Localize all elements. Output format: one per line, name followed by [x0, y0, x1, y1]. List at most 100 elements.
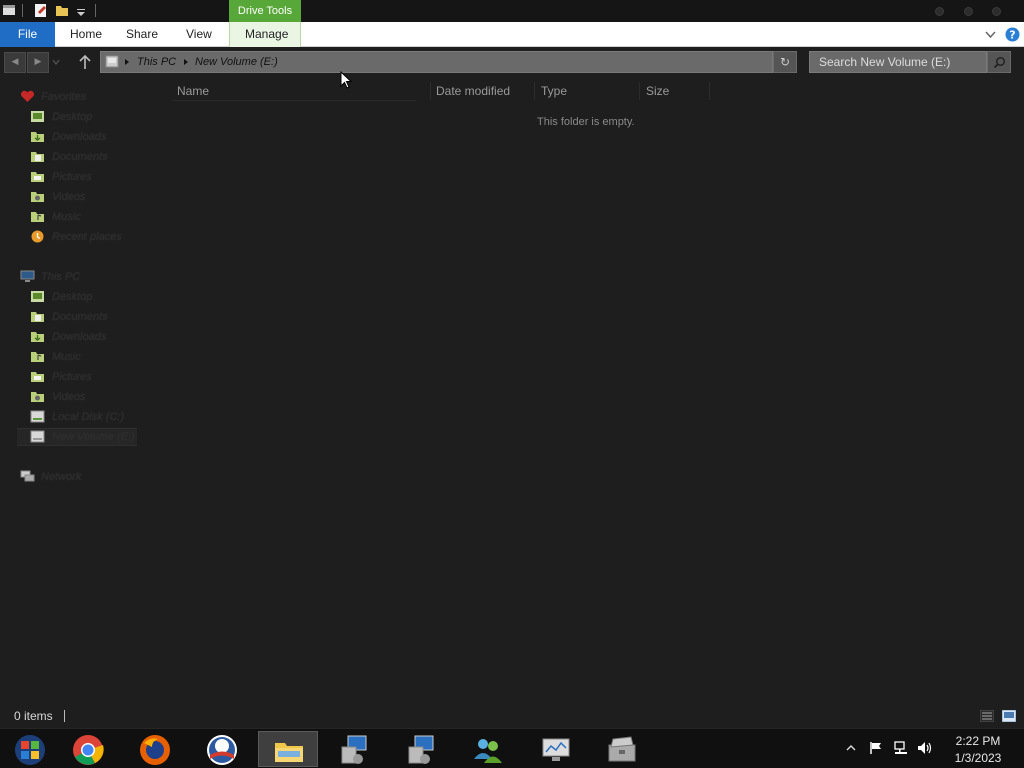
- start-button[interactable]: [0, 731, 60, 767]
- column-header-type[interactable]: Type: [541, 82, 567, 100]
- navigation-pane: Favorites Desktop Downloads Documents Pi…: [0, 80, 160, 700]
- close-button[interactable]: [992, 7, 1001, 16]
- computer-icon: [20, 270, 35, 282]
- obama-logo-icon: [207, 735, 237, 765]
- taskbar-network-setup[interactable]: [325, 731, 385, 767]
- maximize-button[interactable]: [964, 7, 973, 16]
- nav-label: Videos: [52, 191, 86, 203]
- properties-icon[interactable]: [34, 3, 48, 18]
- users-icon: [474, 739, 502, 763]
- tab-share[interactable]: Share: [126, 22, 158, 47]
- status-separator: [64, 710, 65, 722]
- downloads-folder-icon: [31, 132, 44, 142]
- pictures-folder-icon: [31, 172, 44, 182]
- file-explorer-icon: [275, 743, 303, 762]
- nav-pc-new-volume-e[interactable]: New Volume (E:): [0, 428, 160, 446]
- windows-start-icon: [15, 735, 45, 765]
- breadcrumb-arrow-icon[interactable]: [125, 59, 129, 65]
- nav-pc-music[interactable]: Music: [0, 348, 160, 366]
- taskbar: 2:22 PM 1/3/2023: [0, 728, 1024, 768]
- pictures-folder-icon: [31, 372, 44, 382]
- nav-this-pc[interactable]: This PC: [0, 268, 160, 286]
- tab-file[interactable]: File: [0, 22, 55, 47]
- taskbar-monitor[interactable]: [526, 731, 586, 767]
- address-bar[interactable]: This PC New Volume (E:): [100, 51, 773, 73]
- taskbar-toolbox[interactable]: [592, 731, 652, 767]
- tab-manage[interactable]: Manage: [245, 22, 288, 47]
- nav-label: Pictures: [52, 371, 92, 383]
- taskbar-network-setup-2[interactable]: [392, 731, 452, 767]
- refresh-button[interactable]: ↻: [773, 51, 797, 73]
- clock-date[interactable]: 1/3/2023: [940, 751, 1016, 765]
- nav-fav-desktop[interactable]: Desktop: [0, 108, 160, 126]
- clock-time[interactable]: 2:22 PM: [940, 734, 1016, 748]
- nav-label: Recent places: [52, 231, 122, 243]
- nav-fav-music[interactable]: Music: [0, 208, 160, 226]
- breadcrumb-new-volume[interactable]: New Volume (E:): [195, 52, 278, 72]
- column-divider[interactable]: [430, 82, 431, 100]
- details-view-icon[interactable]: [980, 710, 994, 722]
- search-button[interactable]: [987, 51, 1011, 73]
- nav-label: This PC: [41, 271, 81, 283]
- drive-icon: [30, 410, 45, 423]
- column-divider[interactable]: [709, 82, 710, 100]
- taskbar-app-logo[interactable]: [192, 731, 252, 767]
- toolbox-icon: [608, 736, 636, 762]
- nav-fav-videos[interactable]: Videos: [0, 188, 160, 206]
- nav-favorites[interactable]: Favorites: [0, 88, 160, 106]
- breadcrumb-arrow-icon[interactable]: [184, 59, 188, 65]
- chrome-icon: [73, 735, 104, 765]
- nav-pc-downloads[interactable]: Downloads: [0, 328, 160, 346]
- column-header-date-modified[interactable]: Date modified: [436, 82, 510, 100]
- folder-icon[interactable]: [55, 3, 69, 18]
- nav-pc-local-disk-c[interactable]: Local Disk (C:): [0, 408, 160, 426]
- minimize-button[interactable]: [935, 7, 944, 16]
- nav-fav-recent-places[interactable]: Recent places: [0, 228, 160, 246]
- nav-network[interactable]: Network: [0, 468, 160, 486]
- taskbar-users[interactable]: [458, 731, 518, 767]
- recent-places-icon: [31, 230, 44, 243]
- title-bar: Drive Tools: [0, 0, 1024, 22]
- back-button[interactable]: ◀: [4, 52, 26, 73]
- column-divider[interactable]: [639, 82, 640, 100]
- nav-label: Videos: [52, 391, 86, 403]
- forward-button[interactable]: ▶: [27, 52, 49, 73]
- chevron-down-icon[interactable]: [985, 30, 996, 39]
- up-arrow-icon[interactable]: [78, 54, 92, 70]
- nav-pc-documents[interactable]: Documents: [0, 308, 160, 326]
- header-underline: [172, 100, 416, 101]
- recent-locations-icon[interactable]: [52, 59, 60, 65]
- nav-label: Documents: [52, 311, 108, 323]
- nav-pc-desktop[interactable]: Desktop: [0, 288, 160, 306]
- videos-folder-icon: [31, 192, 44, 202]
- taskbar-firefox[interactable]: [125, 731, 185, 767]
- nav-pc-pictures[interactable]: Pictures: [0, 368, 160, 386]
- tray-chevron-up-icon[interactable]: [846, 743, 856, 753]
- column-header-size[interactable]: Size: [646, 82, 669, 100]
- taskbar-file-explorer[interactable]: [258, 731, 318, 767]
- nav-fav-downloads[interactable]: Downloads: [0, 128, 160, 146]
- downloads-folder-icon: [31, 332, 44, 342]
- nav-fav-pictures[interactable]: Pictures: [0, 168, 160, 186]
- column-header-name[interactable]: Name: [177, 82, 209, 100]
- system-menu-icon[interactable]: [2, 3, 16, 18]
- nav-pc-videos[interactable]: Videos: [0, 388, 160, 406]
- tab-home[interactable]: Home: [70, 22, 102, 47]
- volume-icon[interactable]: [917, 741, 933, 755]
- customize-dropdown-icon[interactable]: [74, 3, 88, 18]
- breadcrumb-this-pc[interactable]: This PC: [137, 52, 176, 72]
- tab-view[interactable]: View: [186, 22, 212, 47]
- taskbar-chrome[interactable]: [58, 731, 118, 767]
- action-center-flag-icon[interactable]: [868, 741, 884, 755]
- large-icons-view-icon[interactable]: [1002, 710, 1016, 722]
- column-divider[interactable]: [534, 82, 535, 100]
- nav-label: Desktop: [52, 111, 93, 123]
- search-input[interactable]: Search New Volume (E:): [809, 51, 987, 73]
- help-icon[interactable]: ?: [1005, 27, 1020, 42]
- navigation-bar: ◀ ▶ This PC New Volume (E:) ↻ Search New…: [0, 47, 1024, 77]
- location-icon: [105, 55, 119, 68]
- network-status-icon[interactable]: [893, 741, 909, 755]
- nav-fav-documents[interactable]: Documents: [0, 148, 160, 166]
- monitor-icon: [542, 738, 570, 761]
- desktop-folder-icon: [31, 291, 44, 302]
